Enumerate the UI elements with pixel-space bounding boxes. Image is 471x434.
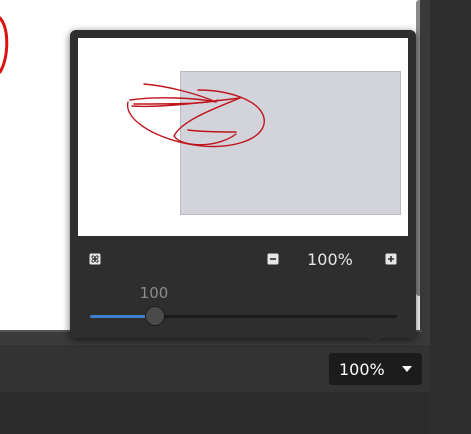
navigator-controls: 100% bbox=[70, 244, 416, 274]
bottom-strip bbox=[0, 392, 430, 434]
app-window: 100% 100% 100 bbox=[0, 0, 471, 434]
zoom-out-icon[interactable] bbox=[266, 252, 280, 266]
preview-drawing bbox=[126, 83, 265, 148]
zoom-slider-track[interactable] bbox=[90, 315, 397, 318]
right-side-panel bbox=[430, 0, 471, 434]
fit-to-window-icon[interactable] bbox=[88, 252, 102, 266]
zoom-select-value: 100% bbox=[339, 359, 385, 379]
zoom-slider-area: 100 bbox=[70, 280, 416, 330]
zoom-slider-value: 100 bbox=[139, 284, 169, 302]
navigator-popup: 100% 100 bbox=[70, 30, 416, 338]
navigator-zoom-value: 100% bbox=[307, 250, 353, 269]
zoom-select[interactable]: 100% bbox=[329, 353, 422, 385]
canvas-red-stroke bbox=[0, 16, 9, 74]
chevron-down-icon bbox=[402, 366, 412, 372]
zoom-slider-thumb[interactable] bbox=[145, 306, 166, 326]
canvas-frame-right bbox=[420, 0, 430, 344]
navigator-preview[interactable] bbox=[78, 38, 408, 236]
popup-pointer bbox=[366, 336, 382, 344]
zoom-in-icon[interactable] bbox=[384, 252, 398, 266]
